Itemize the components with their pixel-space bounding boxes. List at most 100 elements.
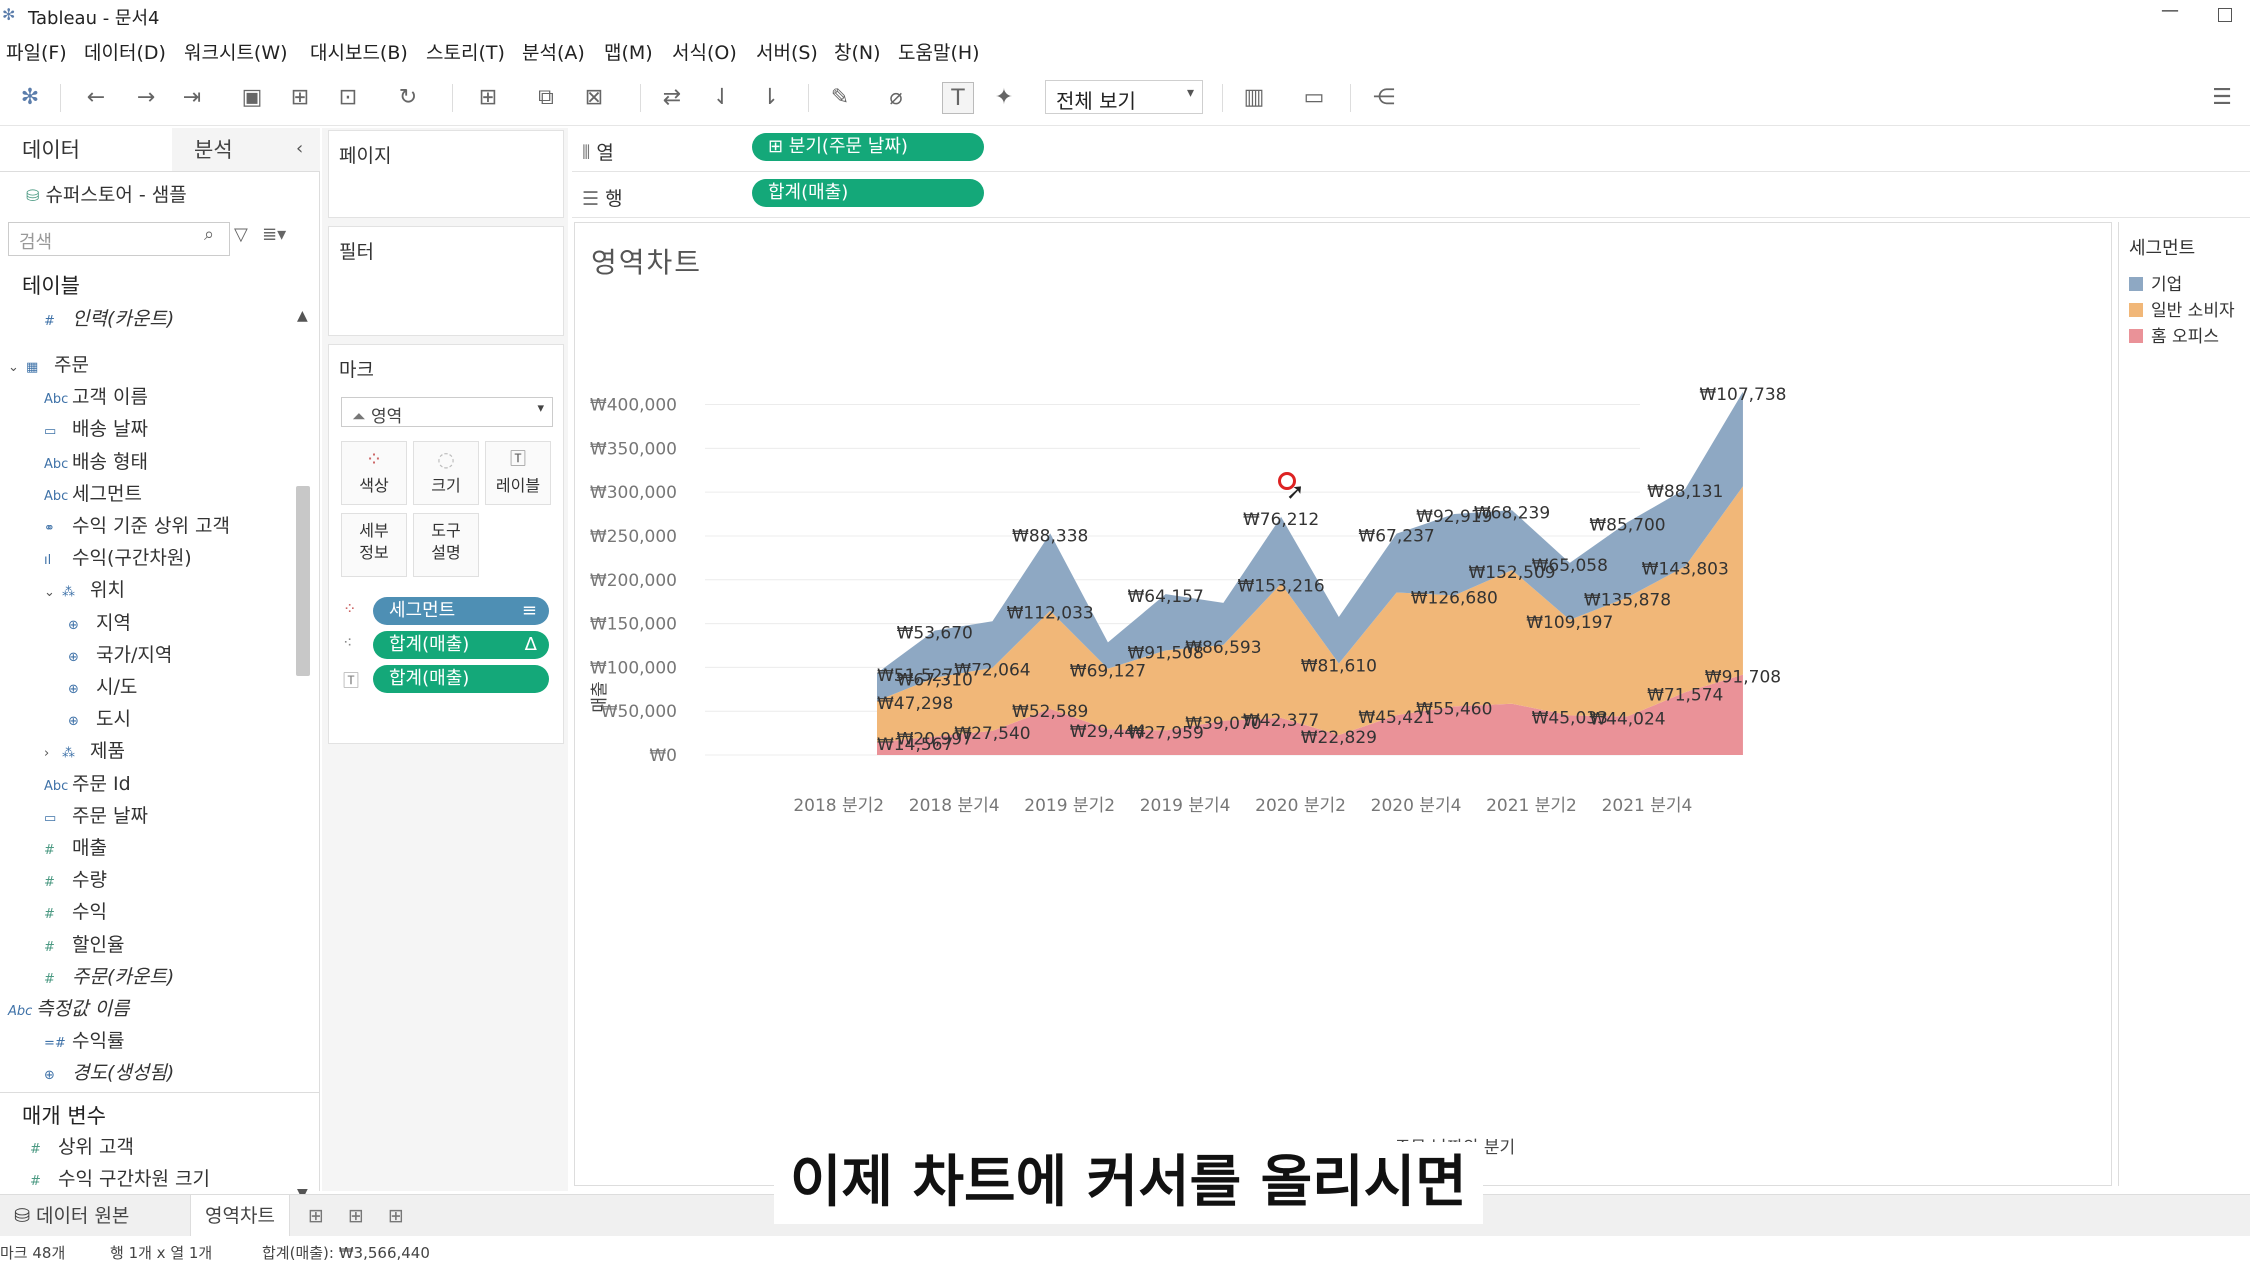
undo-icon[interactable]: ← bbox=[80, 82, 112, 114]
field-item[interactable]: ⊕ 지역 bbox=[68, 608, 131, 635]
sales-detail-pill[interactable]: 합계(매출) Δ bbox=[373, 631, 549, 659]
detail-button[interactable]: 세부 정보 bbox=[341, 513, 407, 577]
pause-updates-icon[interactable]: ⊡ bbox=[332, 82, 364, 114]
swap-icon[interactable]: ⇄ bbox=[656, 82, 688, 114]
field-item[interactable]: ▭ 배송 날짜 bbox=[44, 414, 148, 441]
columns-shelf[interactable]: ⦀ 열 ⊞ 분기(주문 날짜) bbox=[572, 128, 2250, 172]
field-item[interactable]: # 주문(카운트) bbox=[44, 962, 174, 989]
field-item[interactable]: Abc 배송 형태 bbox=[44, 447, 148, 474]
scrollbar-thumb[interactable] bbox=[296, 486, 310, 676]
fix-axes-icon[interactable]: ✦ bbox=[988, 82, 1020, 114]
expand-chevron-icon[interactable]: › bbox=[44, 746, 62, 761]
clear-sheet-icon[interactable]: ⊠ bbox=[578, 82, 610, 114]
sum-sales-pill[interactable]: 합계(매출) bbox=[752, 179, 984, 207]
new-story-tab-icon[interactable]: ⊞ bbox=[374, 1195, 418, 1237]
menu-data[interactable]: 데이터(D) bbox=[84, 38, 166, 65]
view-options-icon[interactable]: ≣▾ bbox=[262, 224, 286, 245]
duplicate-sheet-icon[interactable]: ⧉ bbox=[530, 82, 562, 114]
show-labels-icon[interactable]: T bbox=[942, 82, 974, 114]
tab-sheet[interactable]: 영역차트 bbox=[190, 1195, 290, 1237]
share-icon[interactable]: ⋲ bbox=[1368, 82, 1400, 114]
legend-item[interactable]: 기업 bbox=[2129, 270, 2182, 295]
field-item[interactable]: Abc 고객 이름 bbox=[44, 382, 148, 409]
field-folder[interactable]: ⌄ ▦ 주문 bbox=[8, 350, 89, 377]
field-item[interactable]: ⊕ 시/도 bbox=[68, 672, 137, 699]
rows-shelf[interactable]: ☰ 행 합계(매출) bbox=[572, 174, 2250, 218]
menu-window[interactable]: 창(N) bbox=[834, 38, 881, 65]
menu-server[interactable]: 서버(S) bbox=[756, 38, 818, 65]
new-dashboard-tab-icon[interactable]: ⊞ bbox=[334, 1195, 378, 1237]
field-item[interactable]: # 할인율 bbox=[44, 930, 124, 957]
datasource-item[interactable]: ⛁ 슈퍼스토어 - 샘플 bbox=[26, 180, 187, 207]
menu-help[interactable]: 도움말(H) bbox=[898, 38, 980, 65]
field-item[interactable]: ▭ 주문 날짜 bbox=[44, 801, 148, 828]
show-cards-icon[interactable]: ▥ bbox=[1238, 82, 1270, 114]
field-item[interactable]: Abc 측정값 이름 bbox=[8, 994, 129, 1021]
field-item[interactable]: # 수익 bbox=[44, 897, 107, 924]
parameter-item[interactable]: # 수익 구간차원 크기 bbox=[30, 1164, 210, 1191]
replay-icon[interactable]: ⇥ bbox=[176, 82, 208, 114]
quarter-order-date-pill[interactable]: ⊞ 분기(주문 날짜) bbox=[752, 133, 984, 161]
minimize-button[interactable]: — bbox=[2150, 0, 2190, 28]
field-item[interactable]: Abc 주문 Id bbox=[44, 769, 131, 796]
fit-view-select[interactable]: 전체 보기 ▾ bbox=[1045, 80, 1203, 114]
save-icon[interactable]: ▣ bbox=[236, 82, 268, 114]
menu-format[interactable]: 서식(O) bbox=[672, 38, 737, 65]
collapse-pane-icon[interactable]: ‹ bbox=[296, 138, 303, 159]
label-button[interactable]: 🅃 레이블 bbox=[485, 441, 551, 505]
data-label: ₩85,700 bbox=[1589, 515, 1665, 535]
group-icon[interactable]: ⌀ bbox=[880, 82, 912, 114]
legend-item[interactable]: 일반 소비자 bbox=[2129, 296, 2235, 321]
field-item[interactable]: # 매출 bbox=[44, 833, 107, 860]
pages-shelf[interactable]: 페이지 bbox=[328, 130, 564, 218]
maximize-button[interactable] bbox=[2200, 0, 2250, 28]
show-me-icon[interactable]: ☰ bbox=[2206, 82, 2238, 114]
area-chart[interactable]: ₩0 ₩50,000 ₩100,000 ₩150,000 ₩200,000 ₩250,00… bbox=[575, 223, 2111, 1185]
scroll-up-icon[interactable]: ▲ bbox=[297, 308, 308, 324]
field-item[interactable]: ⊕ 국가/지역 bbox=[68, 640, 172, 667]
field-folder[interactable]: › ⁂ 제품 bbox=[44, 736, 125, 763]
refresh-icon[interactable]: ↻ bbox=[392, 82, 424, 114]
tableau-home-icon[interactable]: ✻ bbox=[14, 82, 46, 114]
new-worksheet-icon[interactable]: ⊞ bbox=[472, 82, 504, 114]
field-item[interactable]: ⊕ 경도(생성됨) bbox=[44, 1058, 174, 1085]
search-icon[interactable]: ⌕ bbox=[204, 224, 214, 245]
menu-story[interactable]: 스토리(T) bbox=[426, 38, 505, 65]
field-item[interactable]: # 인력(카운트) bbox=[44, 304, 174, 331]
presentation-mode-icon[interactable]: ▭ bbox=[1298, 82, 1330, 114]
highlight-icon[interactable]: ✎ bbox=[824, 82, 856, 114]
datasource-tab[interactable]: ⛁ 데이터 원본 bbox=[0, 1195, 143, 1237]
menu-worksheet[interactable]: 워크시트(W) bbox=[184, 38, 288, 65]
menu-dashboard[interactable]: 대시보드(B) bbox=[310, 38, 408, 65]
menu-map[interactable]: 맵(M) bbox=[604, 38, 653, 65]
size-button[interactable]: ◌ 크기 bbox=[413, 441, 479, 505]
field-item[interactable]: # 수량 bbox=[44, 865, 107, 892]
color-button[interactable]: ⁘ 색상 bbox=[341, 441, 407, 505]
field-item[interactable]: ıl 수익(구간차원) bbox=[44, 543, 192, 570]
parameter-item[interactable]: # 상위 고객 bbox=[30, 1132, 134, 1159]
menu-analysis[interactable]: 분석(A) bbox=[522, 38, 585, 65]
new-worksheet-tab-icon[interactable]: ⊞ bbox=[294, 1195, 338, 1237]
tab-data[interactable]: 데이터 bbox=[0, 128, 172, 172]
field-folder[interactable]: ⌄ ⁂ 위치 bbox=[44, 575, 125, 602]
redo-icon[interactable]: → bbox=[130, 82, 162, 114]
sort-descending-icon[interactable]: ⇂ bbox=[754, 82, 786, 114]
tooltip-button[interactable]: 도구 설명 bbox=[413, 513, 479, 577]
segment-color-pill[interactable]: 세그먼트 ≡ bbox=[373, 597, 549, 625]
field-item[interactable]: ⊕ 도시 bbox=[68, 704, 131, 731]
new-datasource-icon[interactable]: ⊞ bbox=[284, 82, 316, 114]
mark-type-select[interactable]: ⏶ 영역 ▾ bbox=[341, 397, 553, 427]
field-item[interactable]: =# 수익률 bbox=[44, 1026, 124, 1053]
expand-chevron-icon[interactable]: ⌄ bbox=[8, 360, 26, 375]
menu-file[interactable]: 파일(F) bbox=[6, 38, 67, 65]
color-legend: 세그먼트 기업 일반 소비자 홈 오피스 bbox=[2118, 222, 2250, 1186]
field-item[interactable]: ⚭ 수익 기준 상위 고객 bbox=[44, 511, 230, 538]
expand-chevron-icon[interactable]: ⌄ bbox=[44, 585, 62, 600]
field-item[interactable]: Abc 세그먼트 bbox=[44, 479, 142, 506]
sort-ascending-icon[interactable]: ⇃ bbox=[706, 82, 738, 114]
sales-label-pill[interactable]: 합계(매출) bbox=[373, 665, 549, 693]
filter-icon[interactable]: ▽ bbox=[234, 224, 248, 245]
search-input[interactable]: 검색 bbox=[8, 222, 230, 256]
filters-shelf[interactable]: 필터 bbox=[328, 226, 564, 336]
legend-item[interactable]: 홈 오피스 bbox=[2129, 322, 2219, 347]
